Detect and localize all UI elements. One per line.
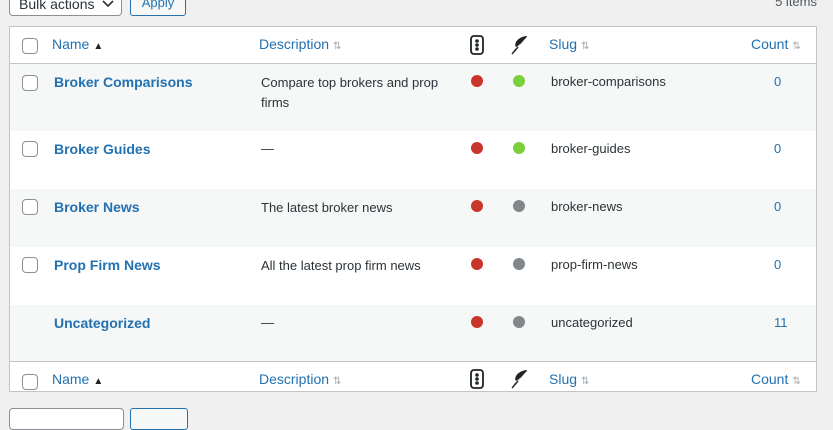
table-header: Name ▲ Description ⇅ Slug ⇅ Count ⇅ [10,27,816,64]
row-checkbox[interactable] [22,257,38,273]
column-name-label: Name [52,36,90,52]
table-row: Broker News The latest broker news broke… [10,189,816,247]
bottom-apply-button[interactable] [130,408,188,430]
category-description: — [261,141,274,156]
column-slug-label: Slug [549,371,578,387]
seo-gray-dot [513,258,525,270]
column-count-header[interactable]: Count ⇅ [751,371,801,387]
bulk-actions-label: Bulk actions [19,0,95,12]
category-description: Compare top brokers and prop firms [261,75,439,110]
status-red-dot [471,200,483,212]
category-name-link[interactable]: Broker Comparisons [54,74,192,90]
category-name-link[interactable]: Uncategorized [54,315,150,331]
apply-button[interactable]: Apply [130,0,186,16]
row-checkbox[interactable] [22,141,38,157]
feather-icon[interactable] [510,369,528,389]
category-slug: broker-comparisons [551,74,666,89]
sort-icon: ⇅ [333,376,342,387]
column-description-header[interactable]: Description ⇅ [259,371,341,387]
sort-icon: ⇅ [333,41,342,52]
bulk-actions-select[interactable]: Bulk actions [9,0,122,16]
column-name-header[interactable]: Name ▲ [52,371,103,387]
table-footer: Name ▲ Description ⇅ Slug ⇅ Count ⇅ [10,361,816,393]
column-description-header[interactable]: Description ⇅ [259,36,341,52]
traffic-light-icon[interactable] [469,35,485,55]
sort-icon: ⇅ [792,376,801,387]
table-row: Broker Comparisons Compare top brokers a… [10,64,816,131]
category-count-link[interactable]: 0 [774,199,781,214]
category-name-link[interactable]: Prop Firm News [54,257,161,273]
table-row: Prop Firm News All the latest prop firm … [10,247,816,305]
category-slug: broker-news [551,199,623,214]
row-checkbox[interactable] [22,199,38,215]
column-count-label: Count [751,36,789,52]
category-name-link[interactable]: Broker Guides [54,141,150,157]
seo-gray-dot [513,200,525,212]
categories-table: Name ▲ Description ⇅ Slug ⇅ Count ⇅ Broker C… [9,26,817,392]
feather-icon[interactable] [510,35,528,55]
category-description: The latest broker news [261,200,393,215]
select-all-checkbox[interactable] [22,374,38,390]
table-row: Uncategorized — uncategorized 11 [10,305,816,361]
category-slug: broker-guides [551,141,631,156]
table-row: Broker Guides — broker-guides 0 [10,131,816,189]
column-slug-header[interactable]: Slug ⇅ [549,36,589,52]
seo-green-dot [513,142,525,154]
column-description-label: Description [259,36,330,52]
sort-icon: ⇅ [581,376,590,387]
bottom-bulk-actions-select[interactable] [9,408,124,430]
seo-green-dot [513,75,525,87]
select-all-checkbox[interactable] [22,38,38,54]
category-count-link[interactable]: 0 [774,257,781,272]
status-red-dot [471,75,483,87]
sort-asc-icon: ▲ [93,41,104,52]
column-slug-header[interactable]: Slug ⇅ [549,371,589,387]
sort-asc-icon: ▲ [93,376,104,387]
traffic-light-icon[interactable] [469,369,485,389]
column-count-label: Count [751,371,789,387]
column-description-label: Description [259,371,330,387]
row-checkbox[interactable] [22,75,38,91]
category-count-link[interactable]: 11 [774,315,788,330]
column-slug-label: Slug [549,36,578,52]
column-name-label: Name [52,371,90,387]
seo-gray-dot [513,316,525,328]
items-count: 5 items [775,0,817,9]
status-red-dot [471,142,483,154]
category-count-link[interactable]: 0 [774,74,781,89]
sort-icon: ⇅ [792,41,801,52]
column-count-header[interactable]: Count ⇅ [751,36,801,52]
category-count-link[interactable]: 0 [774,141,781,156]
category-slug: uncategorized [551,315,633,330]
category-description: — [261,315,274,330]
status-red-dot [471,258,483,270]
sort-icon: ⇅ [581,41,590,52]
chevron-down-icon [102,0,114,8]
category-description: All the latest prop firm news [261,258,421,273]
category-name-link[interactable]: Broker News [54,199,140,215]
category-slug: prop-firm-news [551,257,638,272]
column-name-header[interactable]: Name ▲ [52,36,103,52]
status-red-dot [471,316,483,328]
